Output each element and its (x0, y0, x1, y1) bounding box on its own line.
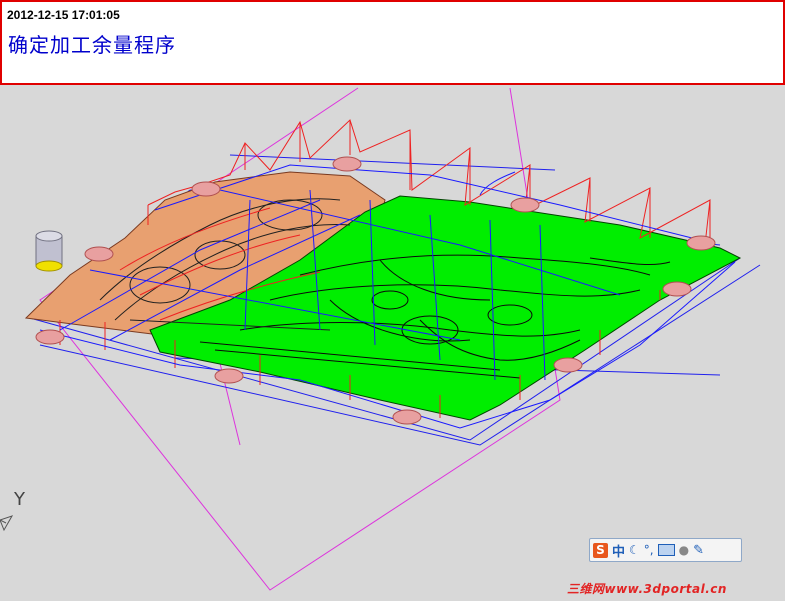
keyboard-icon[interactable] (657, 544, 675, 556)
sogou-logo-icon[interactable]: S (593, 542, 608, 558)
wrench-icon[interactable]: ✎ (693, 543, 704, 558)
ime-toolbar[interactable]: S 中 ☾ °, ● ✎ (589, 538, 742, 562)
site-watermark: 三维网www.3dportal.cn (567, 582, 727, 596)
user-icon[interactable]: ● (679, 543, 689, 557)
crescent-moon-icon[interactable]: ☾ (629, 543, 640, 557)
ime-language-toggle[interactable]: 中 (612, 541, 625, 560)
ime-punctuation-toggle[interactable]: °, (644, 543, 654, 557)
page-title: 确定加工余量程序 (8, 33, 176, 57)
timestamp: 2012-12-15 17:01:05 (7, 8, 120, 22)
cad-viewport[interactable] (0, 85, 785, 601)
cylinder-tool-icon (35, 230, 63, 272)
axis-triad-icon (0, 515, 14, 532)
axis-y-label: Y (14, 489, 25, 510)
title-banner: 2012-12-15 17:01:05 确定加工余量程序 (0, 0, 785, 85)
